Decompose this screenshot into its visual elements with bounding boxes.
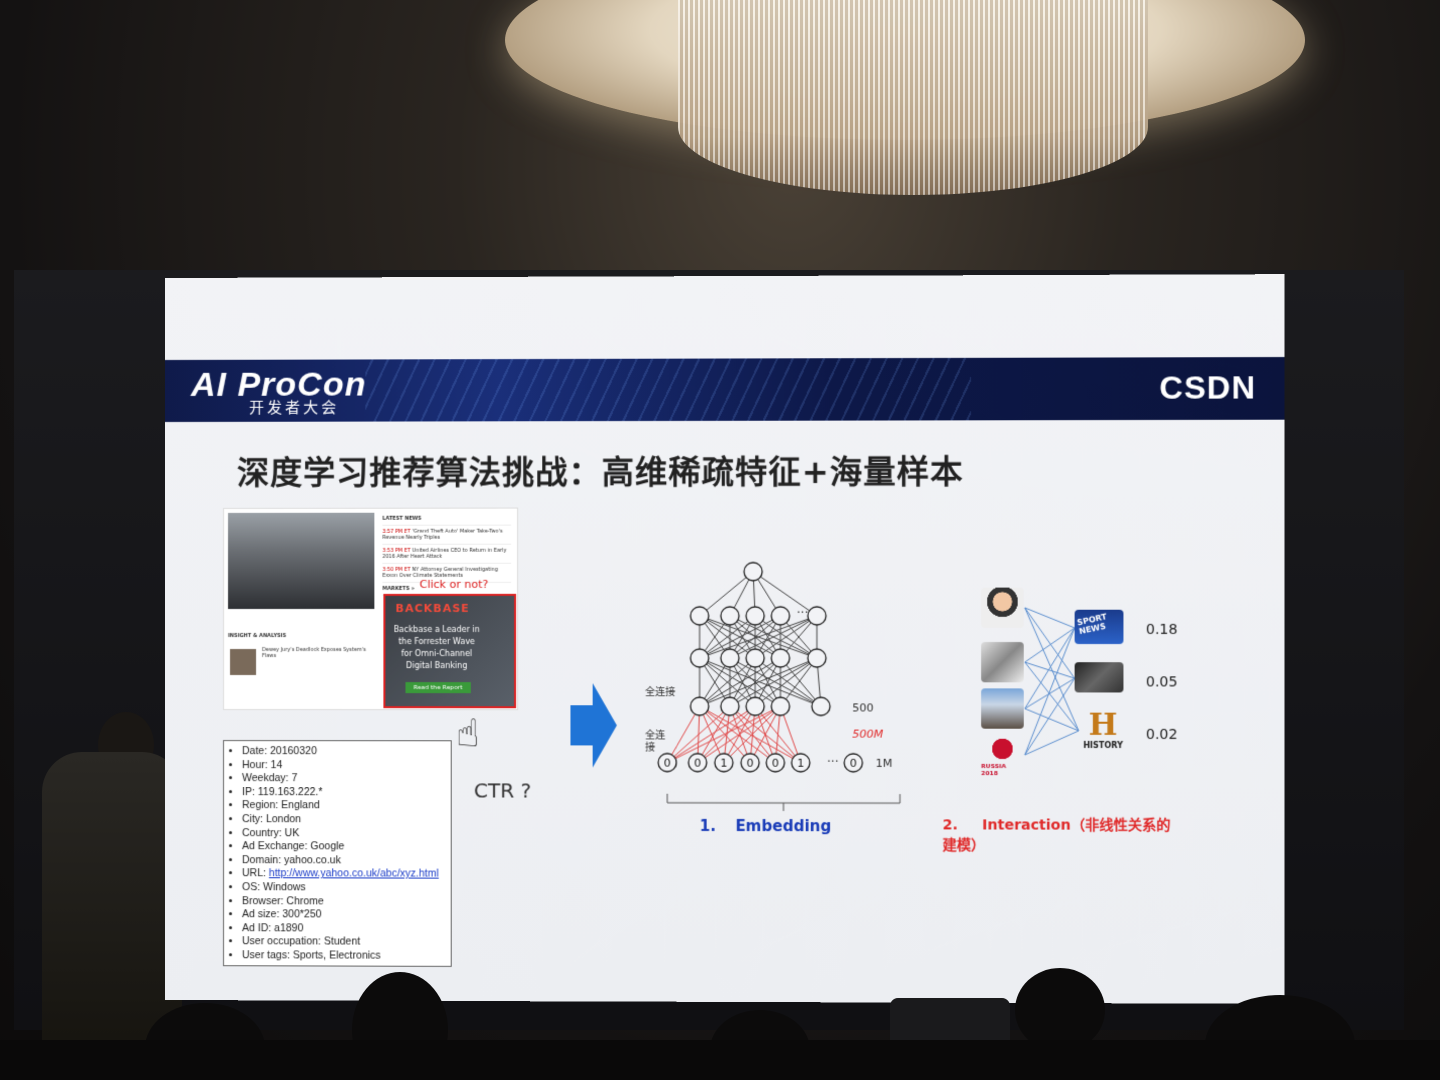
audience-head <box>1015 968 1105 1052</box>
audience-silhouettes <box>0 968 1440 1080</box>
audience-row <box>0 1040 1440 1080</box>
